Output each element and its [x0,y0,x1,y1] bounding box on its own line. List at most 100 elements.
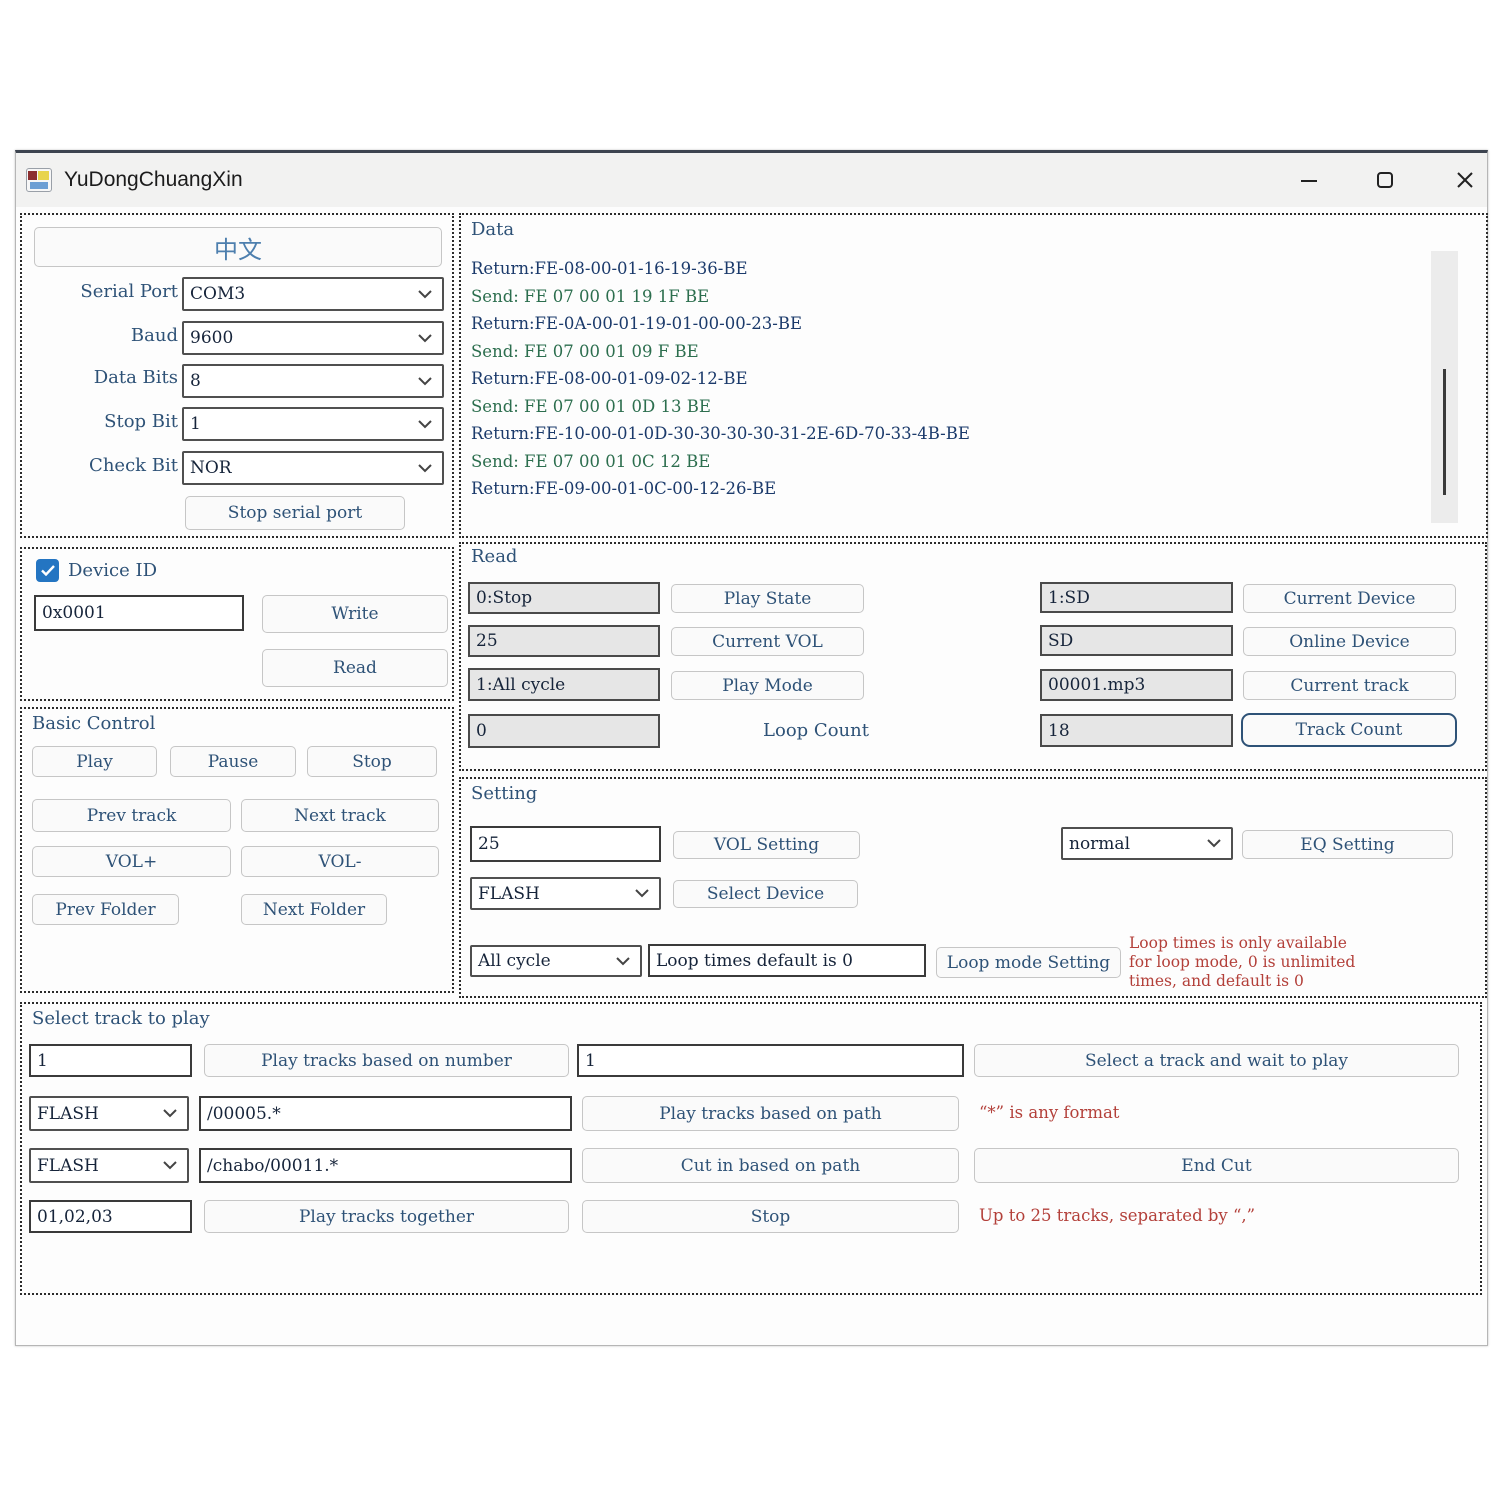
language-button[interactable]: 中文 [34,227,442,267]
read-panel-title: Read [471,546,517,567]
cutin-device-value: FLASH [37,1156,99,1176]
track-number-input[interactable] [29,1044,192,1077]
loop-mode-value: All cycle [478,951,551,971]
path-device-value: FLASH [37,1104,99,1124]
play-by-number-button[interactable]: Play tracks based on number [204,1044,569,1077]
next-folder-button[interactable]: Next Folder [241,894,387,925]
current-track-button[interactable]: Current track [1243,671,1456,700]
log-scrollbar[interactable] [1431,251,1458,523]
data-panel: Data Return:FE-08-00-01-16-19-36-BE Send… [459,213,1488,538]
current-device-button[interactable]: Current Device [1243,584,1456,613]
baud-value: 9600 [190,328,233,348]
log-line: Send: FE 07 00 01 19 1F BE [471,283,1416,311]
select-device-value: FLASH [478,884,540,904]
loop-mode-setting-button[interactable]: Loop mode Setting [936,947,1121,978]
device-id-input[interactable] [34,595,244,631]
baud-select[interactable]: 9600 [182,321,444,355]
select-and-wait-button[interactable]: Select a track and wait to play [974,1044,1459,1077]
chevron-down-icon [163,1109,177,1118]
app-icon [26,168,52,192]
device-id-checkbox[interactable] [36,559,59,582]
wait-track-input[interactable] [577,1044,964,1077]
select-track-title: Select track to play [32,1008,210,1029]
chevron-down-icon [163,1161,177,1170]
data-bits-label: Data Bits [32,367,178,388]
vol-up-button[interactable]: VOL+ [32,846,231,877]
play-state-field: 0:Stop [468,582,660,614]
baud-label: Baud [32,325,178,346]
online-device-field: SD [1040,625,1233,656]
end-cut-button[interactable]: End Cut [974,1148,1459,1183]
vol-setting-input[interactable] [470,826,661,862]
device-id-label: Device ID [68,560,157,581]
setting-panel: Setting VOL Setting normal EQ Setting FL… [459,777,1487,998]
current-vol-field: 25 [468,625,660,657]
chevron-down-icon [418,420,432,429]
chevron-down-icon [418,464,432,473]
prev-track-button[interactable]: Prev track [32,799,231,832]
cutin-device-select[interactable]: FLASH [29,1148,189,1183]
data-bits-select[interactable]: 8 [182,364,444,398]
check-bit-label: Check Bit [32,455,178,476]
current-device-field: 1:SD [1040,582,1233,613]
path-device-select[interactable]: FLASH [29,1096,189,1131]
vol-down-button[interactable]: VOL- [241,846,439,877]
read-panel: Read 0:Stop Play State 25 Current VOL 1:… [459,542,1487,771]
current-vol-button[interactable]: Current VOL [671,627,864,656]
window-title: YuDongChuangXin [64,168,243,192]
close-icon[interactable] [1444,161,1486,199]
read-button[interactable]: Read [262,649,448,687]
vol-setting-button[interactable]: VOL Setting [673,831,860,859]
eq-select-value: normal [1069,834,1130,854]
serial-port-panel: 中文 Serial Port COM3 Baud 9600 Data Bits … [20,213,454,538]
loop-times-input[interactable] [648,944,926,977]
tracks-limit-note: Up to 25 tracks, separated by “,” [979,1206,1255,1225]
together-stop-button[interactable]: Stop [582,1200,959,1233]
chevron-down-icon [418,334,432,343]
minimize-icon[interactable] [1288,161,1330,199]
serial-log: Return:FE-08-00-01-16-19-36-BE Send: FE … [471,255,1416,503]
stop-serial-port-button[interactable]: Stop serial port [185,496,405,530]
log-line: Return:FE-10-00-01-0D-30-30-30-30-31-2E-… [471,420,1416,448]
play-state-button[interactable]: Play State [671,584,864,613]
play-path-input[interactable] [199,1096,572,1131]
online-device-button[interactable]: Online Device [1243,627,1456,656]
loop-count-field: 0 [468,714,660,748]
stop-bit-select[interactable]: 1 [182,407,444,441]
app-window: YuDongChuangXin 中文 Serial Port COM3 Baud… [15,150,1488,1346]
check-bit-value: NOR [190,458,232,478]
select-device-select[interactable]: FLASH [470,877,661,910]
play-mode-button[interactable]: Play Mode [671,671,864,700]
cut-in-by-path-button[interactable]: Cut in based on path [582,1148,959,1183]
write-button[interactable]: Write [262,595,448,633]
basic-control-panel: Basic Control Play Pause Stop Prev track… [20,707,454,993]
stop-button[interactable]: Stop [307,746,437,777]
title-bar: YuDongChuangXin [16,153,1487,207]
check-bit-select[interactable]: NOR [182,451,444,485]
device-id-panel: Device ID Write Read [20,547,454,701]
eq-select[interactable]: normal [1061,827,1233,860]
play-mode-field: 1:All cycle [468,668,660,701]
play-button[interactable]: Play [32,746,157,777]
setting-panel-title: Setting [471,783,537,804]
prev-folder-button[interactable]: Prev Folder [32,894,179,925]
cutin-path-input[interactable] [199,1148,572,1183]
play-by-path-button[interactable]: Play tracks based on path [582,1096,959,1131]
path-format-note: “*” is any format [979,1103,1119,1122]
serial-port-value: COM3 [190,284,245,304]
track-count-button[interactable]: Track Count [1241,713,1457,747]
play-together-button[interactable]: Play tracks together [204,1200,569,1233]
log-scrollbar-thumb[interactable] [1443,369,1446,495]
select-track-panel: Select track to play Play tracks based o… [20,1002,1482,1295]
next-track-button[interactable]: Next track [241,799,439,832]
loop-mode-select[interactable]: All cycle [470,945,642,977]
pause-button[interactable]: Pause [170,746,296,777]
log-line: Return:FE-09-00-01-0C-00-12-26-BE [471,475,1416,503]
select-device-button[interactable]: Select Device [673,880,858,908]
eq-setting-button[interactable]: EQ Setting [1242,830,1453,859]
maximize-icon[interactable] [1364,161,1406,199]
serial-port-select[interactable]: COM3 [182,277,444,311]
data-panel-title: Data [471,219,514,240]
check-icon [41,565,55,576]
tracks-together-input[interactable] [29,1200,192,1233]
